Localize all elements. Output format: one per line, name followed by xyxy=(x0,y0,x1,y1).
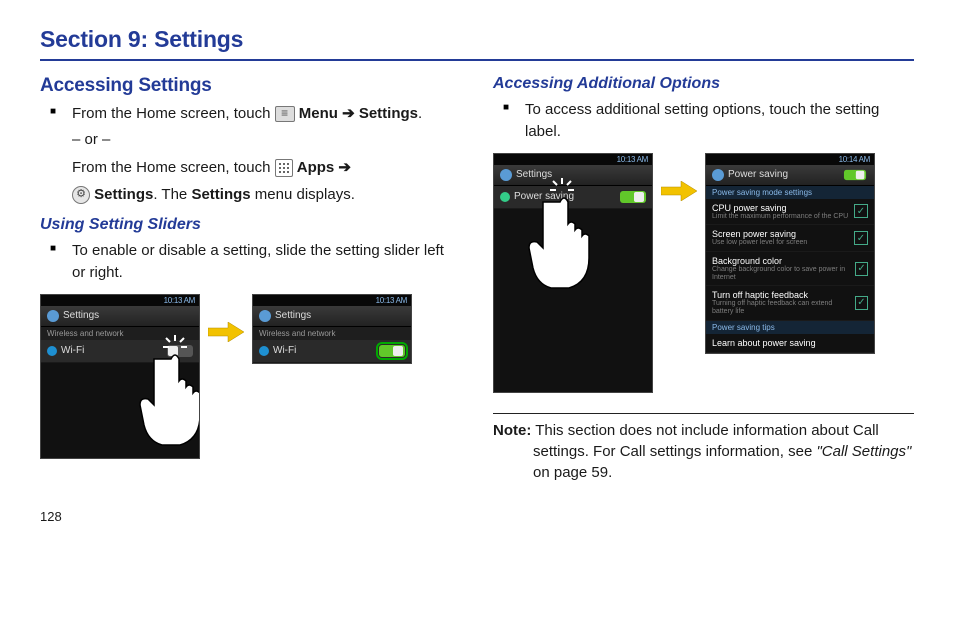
list-item: To enable or disable a setting, slide th… xyxy=(72,240,461,284)
item-title: Learn about power saving xyxy=(712,338,868,348)
section-label: Wireless and network xyxy=(253,327,411,340)
section-label: Power saving mode settings xyxy=(706,186,874,199)
page-number: 128 xyxy=(40,509,914,524)
text-bold: Menu ➔ Settings xyxy=(299,105,418,122)
checkbox-checked-icon: ✓ xyxy=(854,231,868,245)
detail-item: CPU power savingLimit the maximum perfor… xyxy=(706,199,874,226)
slider-steps-list: To enable or disable a setting, slide th… xyxy=(40,240,461,284)
menu-icon xyxy=(275,106,295,122)
screenshot-header: Settings xyxy=(41,306,199,327)
item-title: CPU power saving xyxy=(712,203,848,213)
text: menu displays. xyxy=(251,186,355,203)
status-bar: 10:13 AM xyxy=(41,295,199,306)
slider-on xyxy=(844,169,866,179)
checkbox-checked-icon: ✓ xyxy=(855,296,868,310)
text-bold: Settings xyxy=(94,186,153,203)
note-label: Note: xyxy=(493,422,531,439)
list-item: From the Home screen, touch Menu ➔ Setti… xyxy=(72,103,461,151)
gear-icon xyxy=(259,310,271,322)
gear-icon xyxy=(500,169,512,181)
row-label: Wi-Fi xyxy=(61,345,84,356)
detail-item: Turn off haptic feedbackTurning off hapt… xyxy=(706,286,874,320)
left-column: Accessing Settings From the Home screen,… xyxy=(40,73,461,483)
row-label: Wi-Fi xyxy=(273,345,296,356)
wifi-icon xyxy=(259,346,269,356)
list-item: To access additional setting options, to… xyxy=(525,99,914,143)
continued-text: From the Home screen, touch Apps ➔ xyxy=(40,157,461,179)
status-bar: 10:13 AM xyxy=(494,154,652,165)
right-column: Accessing Additional Options To access a… xyxy=(493,73,914,483)
item-sub: Turning off haptic feedback can extend b… xyxy=(712,300,855,315)
two-column-layout: Accessing Settings From the Home screen,… xyxy=(40,73,914,483)
additional-steps-list: To access additional setting options, to… xyxy=(493,99,914,143)
arrow-right-icon xyxy=(208,322,244,342)
power-icon xyxy=(500,192,510,202)
figure-additional: 10:13 AM Settings Power saving 10:14 xyxy=(493,153,914,393)
settings-gear-icon xyxy=(72,186,90,204)
gear-icon xyxy=(712,169,724,181)
continued-text: Settings. The Settings menu displays. xyxy=(40,184,461,206)
item-sub: Limit the maximum performance of the CPU xyxy=(712,213,848,221)
section-title: Section 9: Settings xyxy=(40,26,914,53)
item-sub: Change background color to save power in… xyxy=(712,266,855,281)
heading-additional-options: Accessing Additional Options xyxy=(493,75,914,93)
header-text: Settings xyxy=(63,310,99,321)
header-text: Settings xyxy=(275,310,311,321)
note-reference: "Call Settings" xyxy=(816,443,911,460)
wifi-row: Wi-Fi xyxy=(253,340,411,363)
header-text: Power saving xyxy=(728,169,788,180)
tap-burst-icon xyxy=(163,335,187,359)
text: . The xyxy=(153,186,191,203)
screenshot-header: Power saving xyxy=(706,165,874,186)
apps-icon xyxy=(275,159,293,177)
item-title: Background color xyxy=(712,256,855,266)
status-bar: 10:14 AM xyxy=(706,154,874,165)
status-bar: 10:13 AM xyxy=(253,295,411,306)
note-block: Note: This section does not include info… xyxy=(493,420,914,483)
or-separator: – or – xyxy=(72,129,461,151)
header-text: Settings xyxy=(516,169,552,180)
heading-accessing-settings: Accessing Settings xyxy=(40,75,461,97)
text: . xyxy=(418,105,422,122)
slider-on xyxy=(620,191,646,203)
screenshot-power-saving-detail: 10:14 AM Power saving Power saving mode … xyxy=(705,153,875,354)
screenshot-settings-after: 10:13 AM Settings Wireless and network W… xyxy=(252,294,412,364)
figure-sliders: 10:13 AM Settings Wireless and network W… xyxy=(40,294,461,459)
text-bold: Apps ➔ xyxy=(297,159,351,176)
tap-burst-icon xyxy=(550,178,574,202)
screenshot-header: Settings xyxy=(253,306,411,327)
arrow-right-icon xyxy=(661,181,697,201)
screenshot-power-saving-list: 10:13 AM Settings Power saving xyxy=(493,153,653,393)
item-sub: Use low power level for screen xyxy=(712,239,807,247)
detail-item: Learn about power saving xyxy=(706,334,874,353)
text-bold: Settings xyxy=(191,186,250,203)
hand-pointer-icon xyxy=(139,351,200,459)
item-title: Screen power saving xyxy=(712,229,807,239)
gear-icon xyxy=(47,310,59,322)
section-label: Power saving tips xyxy=(706,321,874,334)
access-steps-list: From the Home screen, touch Menu ➔ Setti… xyxy=(40,103,461,151)
text: From the Home screen, touch xyxy=(72,105,275,122)
checkbox-checked-icon: ✓ xyxy=(854,204,868,218)
heading-using-sliders: Using Setting Sliders xyxy=(40,216,461,234)
text: From the Home screen, touch xyxy=(72,159,275,176)
wifi-icon xyxy=(47,346,57,356)
detail-item: Screen power savingUse low power level f… xyxy=(706,225,874,252)
note-divider xyxy=(493,413,914,414)
item-title: Turn off haptic feedback xyxy=(712,290,855,300)
screenshot-settings-before: 10:13 AM Settings Wireless and network W… xyxy=(40,294,200,459)
checkbox-checked-icon: ✓ xyxy=(855,262,868,276)
section-rule xyxy=(40,59,914,61)
slider-on xyxy=(379,345,405,357)
hand-pointer-icon xyxy=(528,194,608,304)
detail-item: Background colorChange background color … xyxy=(706,252,874,286)
note-text: on page 59. xyxy=(533,464,612,481)
